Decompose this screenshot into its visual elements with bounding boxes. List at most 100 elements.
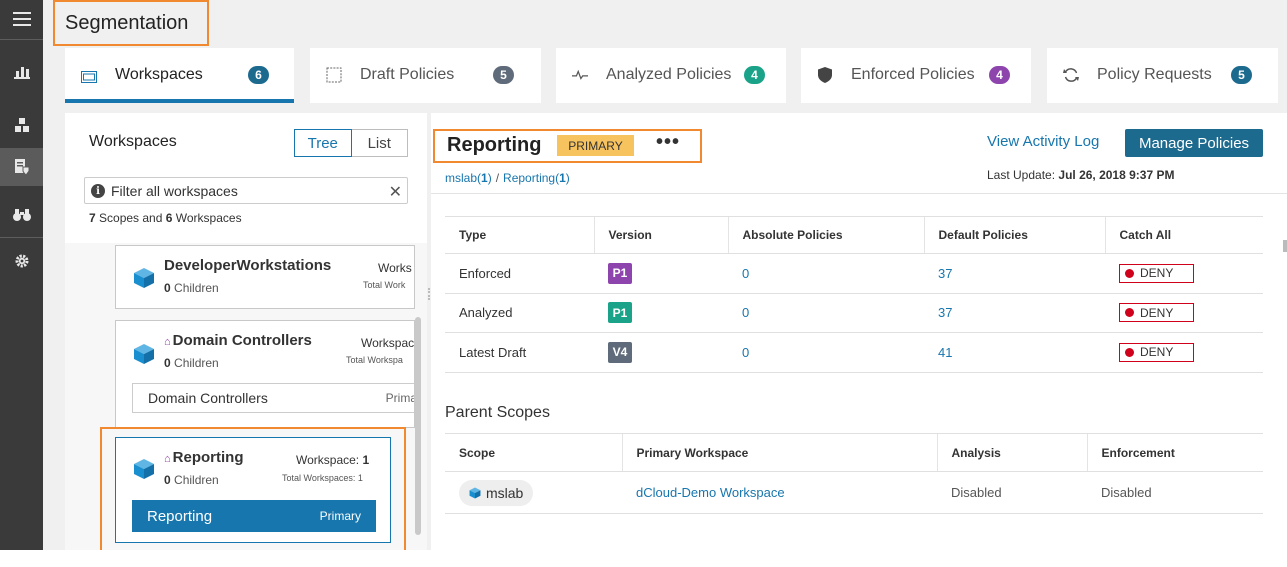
breadcrumb-item[interactable]: Reporting(1): [503, 171, 570, 185]
cube-icon: [134, 268, 154, 288]
breadcrumb: mslab(1) / Reporting(1): [445, 171, 570, 185]
node-workspace-count: Works: [378, 261, 412, 275]
deny-badge: DENY: [1119, 263, 1194, 283]
app-root: Segmentation Workspaces 6 Draft Policies…: [0, 0, 1287, 567]
scope-pill[interactable]: mslab: [459, 479, 534, 506]
tab-enforced-policies[interactable]: Enforced Policies 4: [801, 48, 1031, 103]
node-name: DeveloperWorkstations: [164, 257, 332, 274]
filter-input[interactable]: i Filter all workspaces ✕: [84, 177, 408, 204]
gear-icon[interactable]: [0, 242, 43, 280]
absolute-policies-link[interactable]: 0: [728, 293, 924, 333]
home-icon: ⌂: [164, 453, 171, 465]
type-cell: Latest Draft: [445, 332, 594, 373]
tree-scrollbar[interactable]: [415, 317, 421, 535]
node-name: ⌂ Reporting: [164, 449, 244, 466]
column-header: Absolute Policies: [727, 216, 924, 254]
table-header-row: Scope Primary Workspace Analysis Enforce…: [445, 433, 1263, 472]
view-toggle: Tree List: [294, 129, 408, 157]
tab-count-badge: 5: [1231, 66, 1252, 84]
version-cell: V4: [594, 332, 728, 373]
panel-resize-handle[interactable]: [428, 288, 430, 300]
catch-all-cell: DENY: [1105, 332, 1263, 373]
main-content: Segmentation Workspaces 6 Draft Policies…: [43, 0, 1287, 550]
info-icon[interactable]: i: [91, 184, 105, 198]
column-header: Scope: [445, 433, 622, 472]
clear-icon[interactable]: ✕: [389, 182, 402, 202]
enforcement-cell: Disabled: [1087, 471, 1263, 514]
shield-icon: [818, 67, 832, 83]
version-badge[interactable]: P1: [608, 262, 632, 284]
tab-label: Analyzed Policies: [606, 66, 732, 83]
column-header: Enforcement: [1086, 433, 1263, 472]
default-policies-link[interactable]: 37: [924, 253, 1105, 294]
scope-tree[interactable]: DeveloperWorkstations 0 Children Works T…: [65, 243, 427, 550]
page-title: Segmentation: [53, 0, 209, 46]
column-header: Catch All: [1104, 216, 1263, 254]
nav-divider: [0, 39, 43, 40]
deny-badge: DENY: [1119, 342, 1194, 362]
tab-count-badge: 6: [248, 66, 269, 84]
workspace-header: Reporting PRIMARY •••: [433, 129, 702, 163]
node-total-workspaces: Total Workspaces: 1: [282, 473, 363, 483]
scope-cell: mslab: [445, 471, 622, 514]
catch-all-cell: DENY: [1105, 293, 1263, 333]
view-activity-log-link[interactable]: View Activity Log: [987, 133, 1099, 150]
tree-toggle-button[interactable]: Tree: [294, 129, 352, 157]
node-workspace-count: Workspac: [361, 336, 415, 350]
cube-icon: [134, 344, 154, 364]
active-tab-underline: [65, 99, 294, 103]
type-cell: Enforced: [445, 253, 594, 294]
tab-count-badge: 4: [989, 66, 1010, 84]
node-children: 0 Children: [164, 473, 219, 487]
bar-chart-icon[interactable]: [0, 53, 43, 91]
cube-icon: [469, 487, 481, 498]
scopes-cubes-icon[interactable]: [0, 106, 43, 144]
cube-icon: [134, 459, 154, 479]
absolute-policies-link[interactable]: 0: [728, 332, 924, 373]
breadcrumb-item[interactable]: mslab(1): [445, 171, 492, 185]
segmentation-shield-icon[interactable]: [0, 148, 43, 186]
column-header: Analysis: [936, 433, 1087, 472]
tab-count-badge: 5: [493, 66, 514, 84]
parent-scopes-title: Parent Scopes: [445, 404, 550, 421]
node-total-workspaces: Total Work: [363, 280, 406, 290]
draft-square-icon: [326, 67, 342, 83]
tree-node-developerworkstations[interactable]: DeveloperWorkstations 0 Children Works T…: [115, 245, 415, 309]
workspace-item[interactable]: Domain Controllers Prima: [132, 383, 414, 413]
tab-policy-requests[interactable]: Policy Requests 5: [1047, 48, 1278, 103]
tree-node-domain-controllers[interactable]: ⌂ Domain Controllers 0 Children Workspac …: [115, 320, 415, 428]
node-children: 0 Children: [164, 281, 219, 295]
pulse-icon: [572, 69, 588, 80]
binoculars-icon[interactable]: [0, 196, 43, 234]
default-policies-link[interactable]: 37: [924, 293, 1105, 333]
tab-analyzed-policies[interactable]: Analyzed Policies 4: [556, 48, 786, 103]
version-cell: P1: [594, 253, 728, 294]
tab-workspaces[interactable]: Workspaces 6: [65, 48, 294, 103]
side-handle[interactable]: [1283, 240, 1287, 252]
analysis-cell: Disabled: [937, 471, 1087, 514]
version-badge[interactable]: V4: [608, 341, 632, 363]
tab-count-badge: 4: [744, 66, 765, 84]
manage-policies-button[interactable]: Manage Policies: [1125, 129, 1263, 157]
table-row: Enforced P1 0 37 DENY: [445, 253, 1263, 294]
tree-node-reporting[interactable]: ⌂ Reporting 0 Children Workspace: 1 Total…: [115, 437, 391, 543]
red-dot-icon: [1125, 308, 1134, 318]
version-badge[interactable]: P1: [608, 302, 632, 324]
more-options-icon[interactable]: •••: [656, 131, 680, 154]
table-row: Analyzed P1 0 37 DENY: [445, 293, 1263, 333]
nav-rail: [0, 0, 43, 550]
divider: [431, 193, 1287, 194]
primary-workspace-item[interactable]: Reporting Primary: [132, 500, 376, 532]
hamburger-menu-icon[interactable]: [0, 0, 43, 38]
filter-placeholder: Filter all workspaces: [111, 183, 238, 199]
default-policies-link[interactable]: 41: [924, 332, 1105, 373]
primary-workspace-link[interactable]: dCloud-Demo Workspace: [622, 471, 937, 514]
list-toggle-button[interactable]: List: [351, 129, 408, 157]
table-header-row: Type Version Absolute Policies Default P…: [445, 216, 1263, 254]
tab-draft-policies[interactable]: Draft Policies 5: [310, 48, 541, 103]
absolute-policies-link[interactable]: 0: [728, 253, 924, 294]
home-icon: ⌂: [164, 336, 171, 348]
versions-table: Type Version Absolute Policies Default P…: [445, 216, 1263, 373]
node-workspace-count: Workspace: 1: [296, 453, 370, 467]
table-row: Latest Draft V4 0 41 DENY: [445, 332, 1263, 373]
